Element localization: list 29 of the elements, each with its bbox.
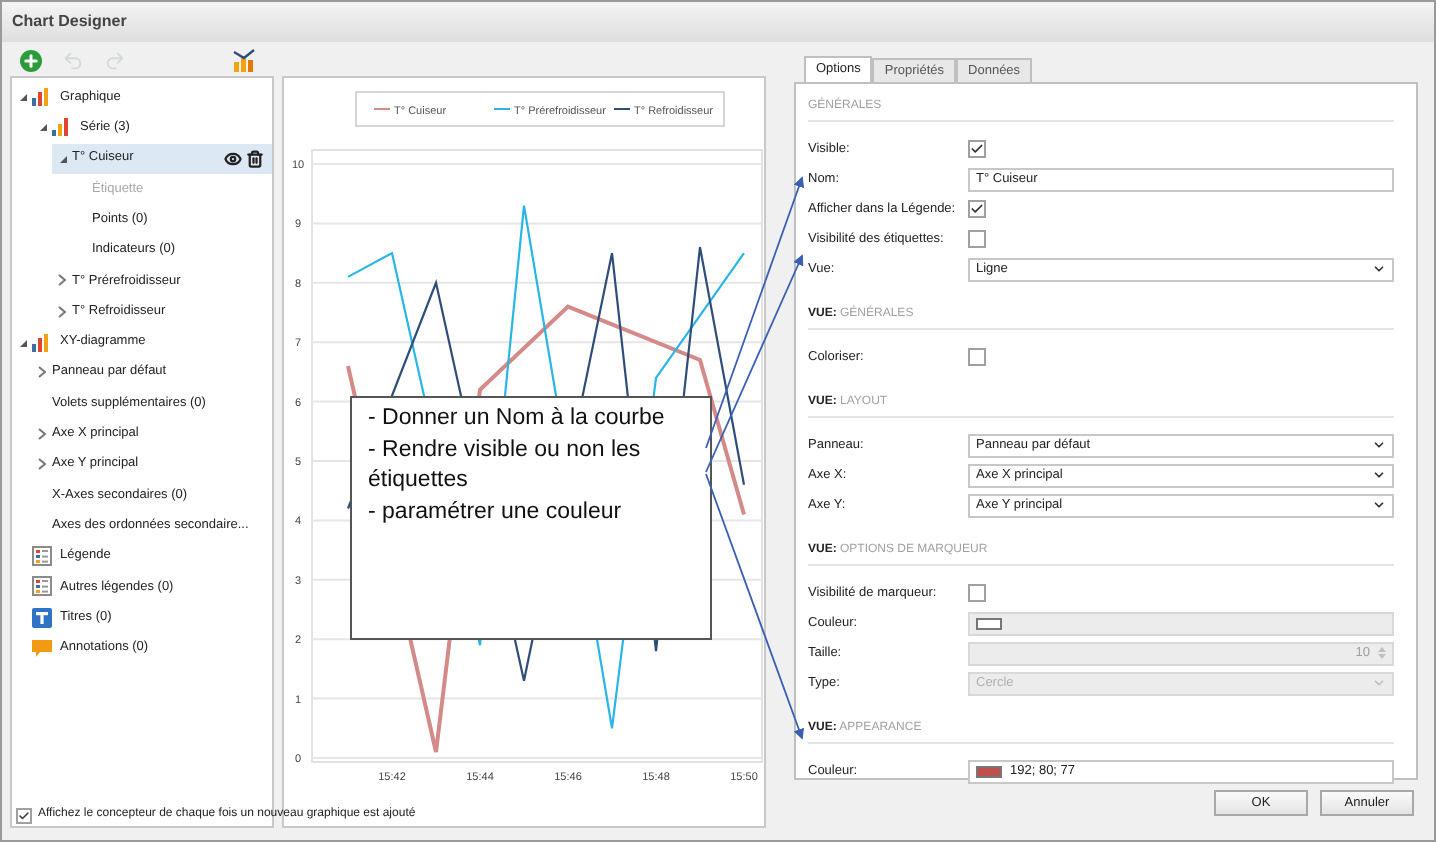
checkbox[interactable] — [968, 230, 986, 248]
dropdown-caret-icon — [1372, 438, 1386, 452]
annotation-icon — [32, 637, 52, 658]
bar-chart-icon — [32, 88, 52, 107]
checkbox[interactable] — [968, 584, 986, 602]
add-icon[interactable] — [20, 49, 42, 71]
eye-icon[interactable] — [224, 149, 242, 168]
callout-text: - paramétrer une couleur — [368, 497, 624, 527]
window-title: Chart Designer — [12, 10, 127, 34]
bar-chart-icon — [32, 333, 52, 352]
expanded-arrow-icon[interactable] — [17, 92, 27, 103]
dropdown-caret-icon — [1372, 498, 1386, 512]
title-icon — [32, 607, 52, 628]
legend-icon — [32, 576, 52, 597]
checkbox[interactable] — [968, 200, 986, 218]
legend-icon — [32, 546, 52, 567]
callout-text: - Rendre visible ou non les étiquettes — [368, 435, 643, 496]
chart-icon[interactable] — [232, 48, 256, 72]
checkbox[interactable] — [968, 140, 986, 158]
checkbox[interactable] — [968, 348, 986, 366]
dropdown-caret-icon — [1372, 676, 1386, 690]
expanded-arrow-icon[interactable] — [17, 337, 27, 348]
delete-icon[interactable] — [246, 149, 264, 168]
dropdown-caret-icon — [1372, 468, 1386, 482]
callout-text: - Donner un Nom à la courbe — [368, 404, 667, 434]
expanded-arrow-icon[interactable] — [37, 122, 47, 133]
bar-chart-icon — [52, 118, 72, 137]
dropdown-caret-icon — [1372, 262, 1386, 276]
expanded-arrow-icon[interactable] — [57, 153, 67, 164]
